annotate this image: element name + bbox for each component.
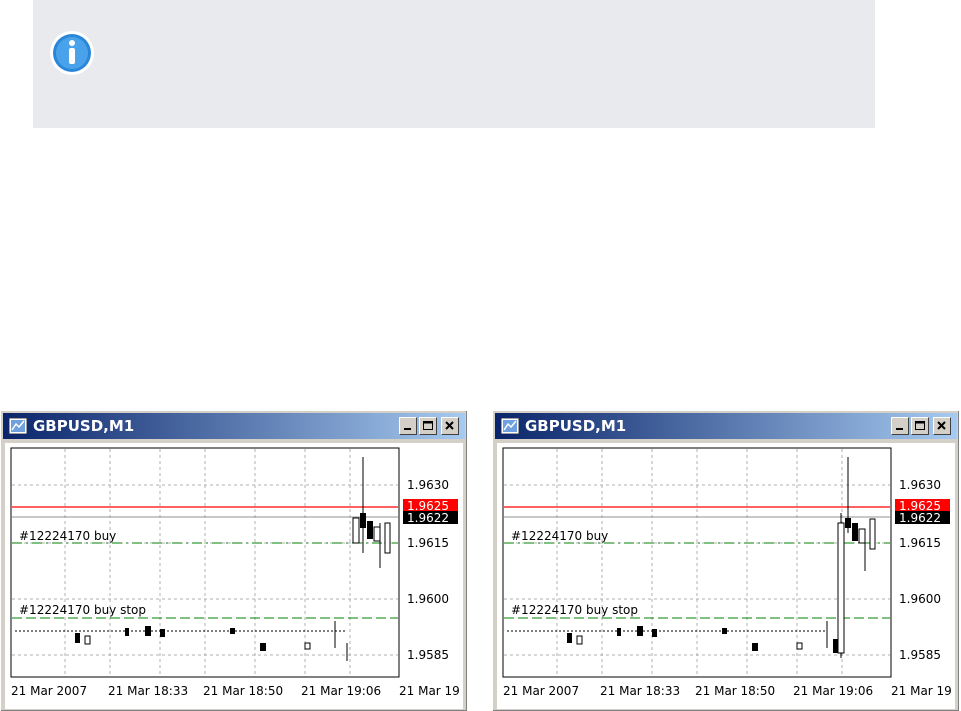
time-label: 21 Mar 18:33 bbox=[108, 684, 188, 698]
chart-window-1[interactable]: GBPUSD,M1 #12224170 buy #12224170 buy st… bbox=[0, 410, 467, 711]
order-label-buy: #12224170 buy bbox=[19, 529, 116, 543]
price-chart[interactable]: #12224170 buy #12224170 buy stop 1.9630 … bbox=[5, 443, 463, 709]
price-label: 1.9585 bbox=[407, 648, 449, 662]
time-label: 21 Mar 19 bbox=[891, 684, 952, 698]
time-label: 21 Mar 19 bbox=[399, 684, 460, 698]
window-title: GBPUSD,M1 bbox=[33, 417, 135, 435]
order-label-buy: #12224170 buy bbox=[511, 529, 608, 543]
chart-window-2[interactable]: GBPUSD,M1 #12224170 buy #12224170 buy st… bbox=[492, 410, 959, 711]
price-label: 1.9585 bbox=[899, 648, 941, 662]
bid-price-label: 1.9622 bbox=[407, 511, 449, 525]
time-label: 21 Mar 18:33 bbox=[600, 684, 680, 698]
chart-area[interactable]: #12224170 buy #12224170 buy stop 1.9630 … bbox=[5, 443, 463, 709]
price-label: 1.9600 bbox=[899, 592, 941, 606]
time-label: 21 Mar 19:06 bbox=[301, 684, 381, 698]
close-button[interactable] bbox=[933, 417, 951, 435]
info-box bbox=[33, 0, 875, 128]
time-label: 21 Mar 19:06 bbox=[793, 684, 873, 698]
price-chart[interactable]: #12224170 buy #12224170 buy stop 1.9630 … bbox=[497, 443, 955, 709]
price-label: 1.9600 bbox=[407, 592, 449, 606]
title-bar[interactable]: GBPUSD,M1 bbox=[495, 413, 957, 439]
maximize-button[interactable] bbox=[911, 417, 929, 435]
price-label: 1.9615 bbox=[899, 536, 941, 550]
window-title: GBPUSD,M1 bbox=[525, 417, 627, 435]
order-label-buy-stop: #12224170 buy stop bbox=[511, 603, 638, 617]
minimize-button[interactable] bbox=[399, 417, 417, 435]
close-button[interactable] bbox=[441, 417, 459, 435]
chart-window-icon bbox=[501, 418, 519, 434]
info-icon bbox=[50, 31, 94, 75]
bid-price-label: 1.9622 bbox=[899, 511, 941, 525]
time-label: 21 Mar 18:50 bbox=[203, 684, 283, 698]
price-label: 1.9630 bbox=[407, 478, 449, 492]
time-label: 21 Mar 2007 bbox=[11, 684, 87, 698]
time-label: 21 Mar 2007 bbox=[503, 684, 579, 698]
maximize-button[interactable] bbox=[419, 417, 437, 435]
time-label: 21 Mar 18:50 bbox=[695, 684, 775, 698]
minimize-button[interactable] bbox=[891, 417, 909, 435]
chart-window-icon bbox=[9, 418, 27, 434]
order-label-buy-stop: #12224170 buy stop bbox=[19, 603, 146, 617]
chart-area[interactable]: #12224170 buy #12224170 buy stop 1.9630 … bbox=[497, 443, 955, 709]
title-bar[interactable]: GBPUSD,M1 bbox=[3, 413, 465, 439]
price-label: 1.9615 bbox=[407, 536, 449, 550]
price-label: 1.9630 bbox=[899, 478, 941, 492]
